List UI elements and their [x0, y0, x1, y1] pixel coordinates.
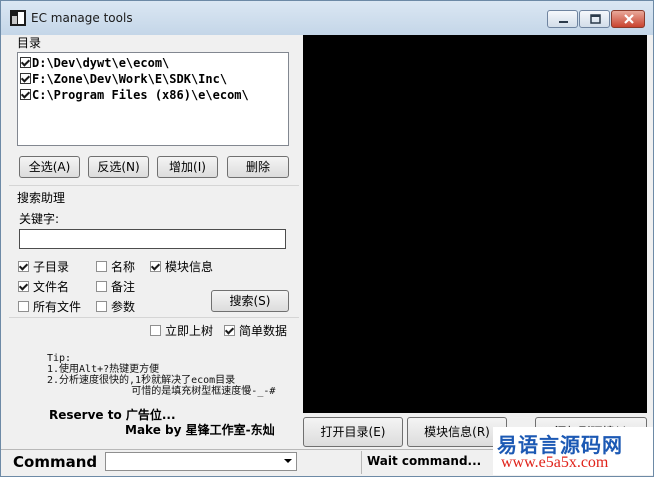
tip-line: 2.分析速度很快的,1秒就解决了ecom目录 [47, 375, 236, 386]
minimize-button[interactable] [547, 10, 578, 28]
output-console[interactable] [303, 35, 647, 413]
window-title: EC manage tools [31, 11, 133, 25]
group-divider [9, 185, 299, 186]
filename-checkbox[interactable] [18, 281, 29, 292]
tip-line: 可惜的是填充树型框速度慢-_-# [131, 386, 276, 397]
params-label: 参数 [111, 300, 136, 314]
keyword-label: 关键字: [19, 212, 60, 226]
app-icon [10, 10, 26, 26]
name-checkbox[interactable] [96, 261, 107, 272]
command-combobox[interactable] [105, 452, 297, 471]
all-files-checkbox[interactable] [18, 301, 29, 312]
delete-dir-button[interactable]: 删除 [227, 156, 289, 178]
invert-selection-button[interactable]: 反选(N) [88, 156, 149, 178]
tip-heading: Tip: [47, 353, 72, 364]
close-button[interactable] [611, 10, 645, 28]
module-info-label: 模块信息 [165, 260, 214, 274]
credits-text: Make by 星锋工作室-东灿 [125, 423, 275, 437]
minimize-icon [559, 21, 568, 23]
filename-label: 文件名 [33, 280, 70, 294]
params-option[interactable]: 参数 [96, 299, 135, 315]
maximize-icon [590, 14, 601, 24]
main-window: EC manage tools 目录 D:\Dev\dywt\e\ecom\ F… [0, 0, 654, 477]
simple-data-option[interactable]: 简单数据 [224, 323, 287, 339]
immediate-tree-checkbox[interactable] [150, 325, 161, 336]
params-checkbox[interactable] [96, 301, 107, 312]
tip-line: 1.使用Alt+?热键更方便 [47, 364, 160, 375]
close-icon [624, 14, 634, 24]
dir-item-path: D:\Dev\dywt\e\ecom\ [32, 56, 170, 70]
maximize-button[interactable] [579, 10, 610, 28]
status-text: Wait command... [367, 454, 482, 468]
module-info-option[interactable]: 模块信息 [150, 259, 213, 275]
all-files-label: 所有文件 [33, 300, 82, 314]
all-files-option[interactable]: 所有文件 [18, 299, 81, 315]
dir-item-path: C:\Program Files (x86)\e\ecom\ [32, 88, 249, 102]
simple-data-checkbox[interactable] [224, 325, 235, 336]
module-info-checkbox[interactable] [150, 261, 161, 272]
dirs-group-label: 目录 [17, 36, 42, 50]
dir-list-item[interactable]: D:\Dev\dywt\e\ecom\ [20, 55, 169, 71]
subdir-option[interactable]: 子目录 [18, 259, 69, 275]
dir-list-item[interactable]: F:\Zone\Dev\Work\E\SDK\Inc\ [20, 71, 227, 87]
dir-item-checkbox[interactable] [20, 89, 31, 100]
subdir-label: 子目录 [33, 260, 70, 274]
title-bar[interactable]: EC manage tools [1, 1, 653, 35]
search-button[interactable]: 搜索(S) [211, 290, 289, 312]
dir-item-checkbox[interactable] [20, 57, 31, 68]
dir-item-checkbox[interactable] [20, 73, 31, 84]
dir-list-item[interactable]: C:\Program Files (x86)\e\ecom\ [20, 87, 249, 103]
filename-option[interactable]: 文件名 [18, 279, 69, 295]
name-option[interactable]: 名称 [96, 259, 135, 275]
dir-list[interactable]: D:\Dev\dywt\e\ecom\ F:\Zone\Dev\Work\E\S… [17, 52, 289, 146]
search-group-label: 搜索助理 [17, 191, 66, 205]
subdir-checkbox[interactable] [18, 261, 29, 272]
chevron-down-icon[interactable] [284, 459, 292, 463]
select-all-button[interactable]: 全选(A) [19, 156, 80, 178]
group-divider [9, 317, 299, 318]
open-dir-button[interactable]: 打开目录(E) [303, 417, 403, 447]
immediate-tree-label: 立即上树 [165, 324, 214, 338]
keyword-input[interactable] [19, 229, 286, 249]
tip-text: Tip: 1.使用Alt+?热键更方便 2.分析速度很快的,1秒就解决了ecom… [47, 353, 275, 397]
module-info-button[interactable]: 模块信息(R) [407, 417, 507, 447]
add-dir-button[interactable]: 增加(I) [157, 156, 218, 178]
remark-label: 备注 [111, 280, 136, 294]
immediate-tree-option[interactable]: 立即上树 [150, 323, 213, 339]
name-label: 名称 [111, 260, 136, 274]
simple-data-label: 简单数据 [239, 324, 288, 338]
watermark-url: www.e5a5x.com [501, 454, 609, 471]
status-divider [361, 451, 362, 474]
dir-item-path: F:\Zone\Dev\Work\E\SDK\Inc\ [32, 72, 228, 86]
command-label: Command [13, 453, 98, 471]
remark-option[interactable]: 备注 [96, 279, 135, 295]
remark-checkbox[interactable] [96, 281, 107, 292]
